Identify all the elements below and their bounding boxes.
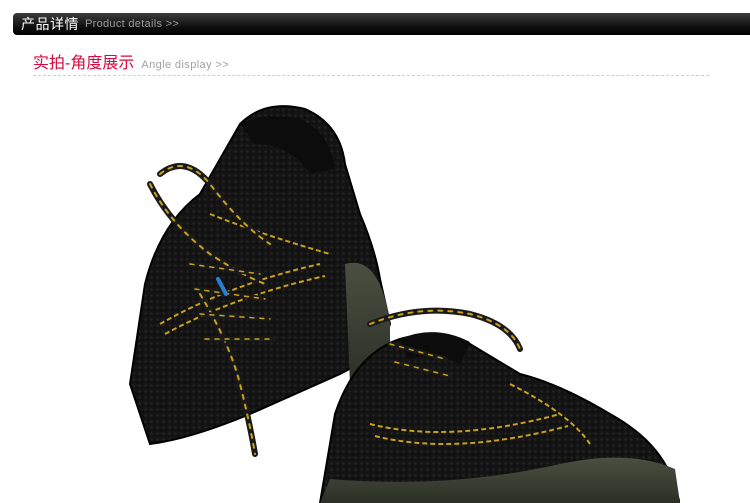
section-title: 实拍-角度展示 (33, 55, 135, 72)
section-subtitle: Angle display >> (141, 59, 230, 71)
right-shoe (318, 332, 680, 503)
dashed-divider (33, 75, 709, 76)
product-details-header: 产品详情 Product details >> (13, 13, 750, 35)
header-subtitle: Product details >> (85, 18, 180, 30)
product-photo (90, 84, 680, 503)
section-heading: 实拍-角度展示 Angle display >> (33, 49, 229, 73)
header-title: 产品详情 (21, 16, 79, 32)
